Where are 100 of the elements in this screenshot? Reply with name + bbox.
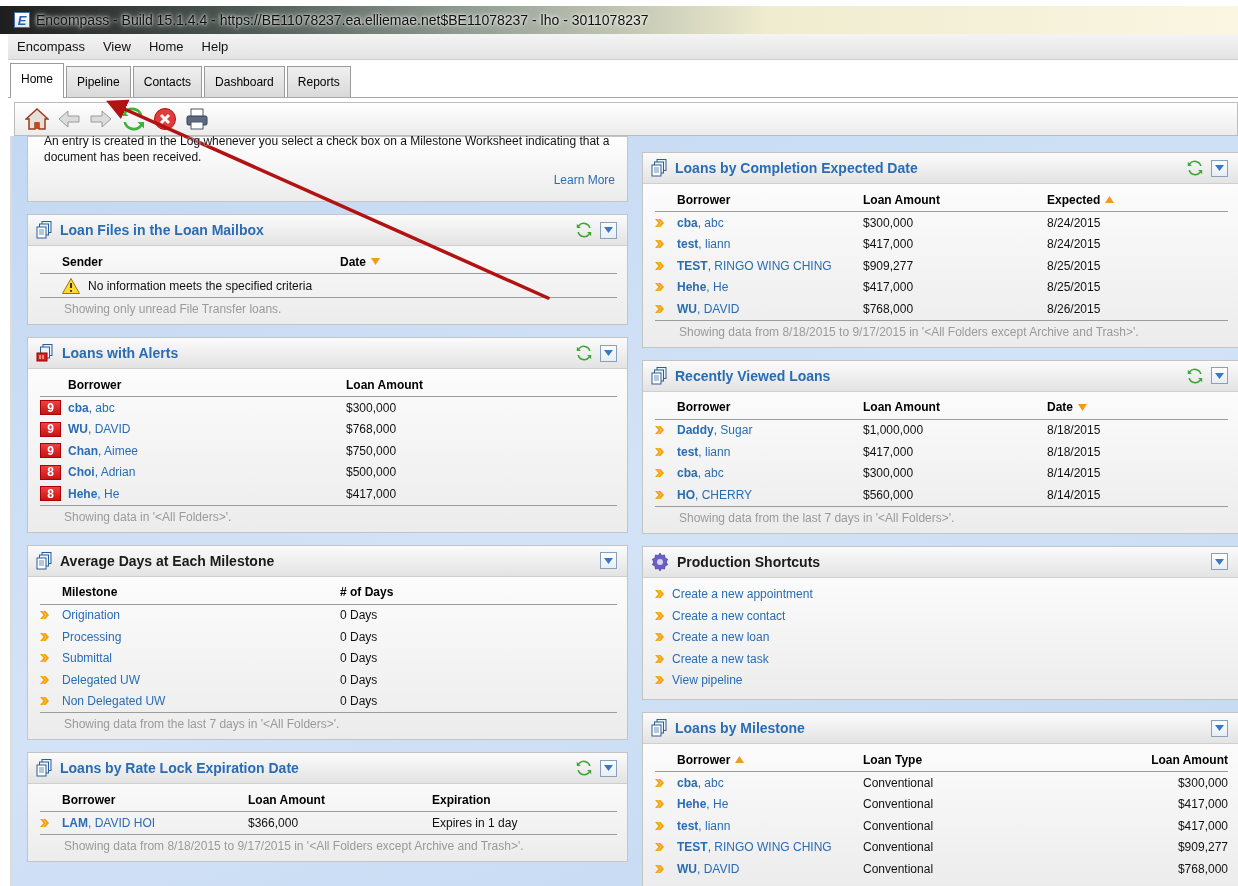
shortcut-link[interactable]: Create a new task xyxy=(672,651,769,666)
refresh-icon[interactable] xyxy=(576,222,592,238)
tab[interactable]: Reports xyxy=(286,66,351,97)
stop-icon[interactable] xyxy=(153,107,177,131)
table-cell-text: $560,000 xyxy=(863,487,915,502)
column-header[interactable]: Loan Amount xyxy=(346,377,617,392)
borrower-link[interactable]: Hehe, He xyxy=(677,280,729,295)
panel-menu-button[interactable] xyxy=(1211,719,1228,737)
refresh-icon[interactable] xyxy=(121,107,145,131)
borrower-link[interactable]: cba, abc xyxy=(677,775,724,790)
home-icon[interactable] xyxy=(25,107,49,131)
tab[interactable]: Dashboard xyxy=(204,66,285,97)
gear-icon xyxy=(651,552,669,571)
borrower-link[interactable]: cba, abc xyxy=(677,215,724,230)
borrower-link[interactable]: Submittal xyxy=(62,651,113,666)
shortcut-link[interactable]: Create a new contact xyxy=(672,608,786,623)
column-header[interactable]: Loan Type xyxy=(863,752,1047,767)
table-cell-text: $750,000 xyxy=(346,443,398,458)
shortcut-link[interactable]: View pipeline xyxy=(672,673,743,688)
panel-menu-button[interactable] xyxy=(600,552,617,569)
chevron-icon xyxy=(40,818,49,827)
tab[interactable]: Home xyxy=(10,63,64,98)
panel-menu-button[interactable] xyxy=(1211,553,1228,570)
chevron-icon xyxy=(40,632,49,641)
panel-menu-button[interactable] xyxy=(1211,367,1228,384)
borrower-link[interactable]: Hehe, He xyxy=(68,486,120,501)
borrower-link[interactable]: Delegated UW xyxy=(62,672,141,687)
borrower-link[interactable]: test, liann xyxy=(677,237,731,252)
borrower-link[interactable]: Daddy, Sugar xyxy=(677,423,753,438)
panel-title[interactable]: Loans by Rate Lock Expiration Date xyxy=(60,760,568,776)
borrower-link[interactable]: Non Delegated UW xyxy=(62,694,166,709)
column-header[interactable]: Loan Amount xyxy=(1047,752,1228,767)
borrower-link[interactable]: Processing xyxy=(62,629,122,644)
borrower-link[interactable]: WU, DAVID xyxy=(677,861,740,876)
column-header[interactable]: Sender xyxy=(62,254,340,269)
column-header[interactable]: Borrower xyxy=(68,377,346,392)
panel-title[interactable]: Recently Viewed Loans xyxy=(675,367,1179,384)
panel-title[interactable]: Loans by Milestone xyxy=(675,720,1203,736)
panel-menu-button[interactable] xyxy=(600,221,617,239)
borrower-link[interactable]: TEST, RINGO WING CHING xyxy=(677,840,832,855)
table-cell-text: $417,000 xyxy=(1176,818,1228,833)
refresh-icon[interactable] xyxy=(576,345,592,361)
column-header[interactable]: Expected xyxy=(1047,192,1228,207)
learn-more-link[interactable]: Learn More xyxy=(28,165,627,201)
borrower-link[interactable]: cba, abc xyxy=(68,400,115,415)
borrower-link[interactable]: LAM, DAVID HOI xyxy=(62,815,156,830)
menu-item[interactable]: Home xyxy=(141,39,195,54)
column-header[interactable]: Borrower xyxy=(677,752,863,767)
panel-title[interactable]: Loans with Alerts xyxy=(62,345,568,361)
chevron-icon xyxy=(655,590,664,599)
tab[interactable]: Contacts xyxy=(132,66,203,97)
borrower-link[interactable]: WU, DAVID xyxy=(677,301,740,316)
borrower-link[interactable]: HO, CHERRY xyxy=(677,487,753,502)
alert-count-badge: 9 xyxy=(40,443,61,459)
refresh-icon[interactable] xyxy=(1187,160,1203,176)
column-header[interactable]: Loan Amount xyxy=(248,792,432,807)
refresh-icon[interactable] xyxy=(576,760,592,776)
menu-item[interactable]: View xyxy=(95,39,142,54)
panel-title[interactable]: Loans by Completion Expected Date xyxy=(675,160,1179,176)
panel-title[interactable]: Loan Files in the Loan Mailbox xyxy=(60,222,568,238)
column-header[interactable]: Borrower xyxy=(677,400,863,414)
panel-menu-button[interactable] xyxy=(600,344,617,362)
shortcut-link[interactable]: Create a new appointment xyxy=(672,587,813,602)
borrower-link[interactable]: TEST, RINGO WING CHING xyxy=(677,258,832,273)
table-cell-text: $417,000 xyxy=(1176,797,1228,812)
column-header[interactable]: Borrower xyxy=(677,192,863,207)
caret-icon xyxy=(1215,165,1224,171)
panel-menu-button[interactable] xyxy=(600,759,617,777)
column-header[interactable]: Date xyxy=(1047,400,1228,414)
chevron-icon xyxy=(655,654,664,663)
borrower-link[interactable]: Hehe, He xyxy=(677,797,729,812)
column-header[interactable]: # of Days xyxy=(340,585,617,599)
borrower-link[interactable]: cba, abc xyxy=(677,466,724,481)
chevron-icon xyxy=(655,447,664,456)
borrower-link[interactable]: Chan, Aimee xyxy=(68,443,139,458)
menu-item[interactable]: Help xyxy=(194,39,240,54)
column-header[interactable]: Milestone xyxy=(62,585,340,599)
borrower-link[interactable]: Choi, Adrian xyxy=(68,465,136,480)
table-cell-text: $300,000 xyxy=(346,400,398,415)
menu-item[interactable]: Encompass xyxy=(10,39,96,54)
borrower-link[interactable]: test, liann xyxy=(677,444,731,459)
column-header[interactable]: Date xyxy=(340,254,617,269)
borrower-link[interactable]: WU, DAVID xyxy=(68,422,131,437)
shortcut-link[interactable]: Create a new loan xyxy=(672,630,770,645)
column-header[interactable]: Expiration xyxy=(432,792,617,807)
column-header[interactable]: Loan Amount xyxy=(863,192,1047,207)
panel-menu-button[interactable] xyxy=(1211,159,1228,177)
chevron-icon xyxy=(655,261,664,270)
panel-note: Showing data from 8/18/2015 to 9/17/2015 in '<All Folders except Archive and Trash>'. xyxy=(40,833,617,853)
printer-icon[interactable] xyxy=(185,107,209,131)
borrower-link[interactable]: Origination xyxy=(62,608,121,623)
chevron-icon xyxy=(40,697,49,706)
borrower-link[interactable]: test, liann xyxy=(677,818,731,833)
column-header[interactable]: Loan Amount xyxy=(863,400,1047,414)
tab[interactable]: Pipeline xyxy=(66,66,131,97)
refresh-icon[interactable] xyxy=(1187,367,1203,384)
panel-note: Showing data from the last 7 days in '<All Folders>'. xyxy=(40,712,617,731)
column-header[interactable]: Borrower xyxy=(62,792,248,807)
table-cell-text: 8/14/2015 xyxy=(1047,487,1102,502)
documents-icon xyxy=(36,221,52,239)
